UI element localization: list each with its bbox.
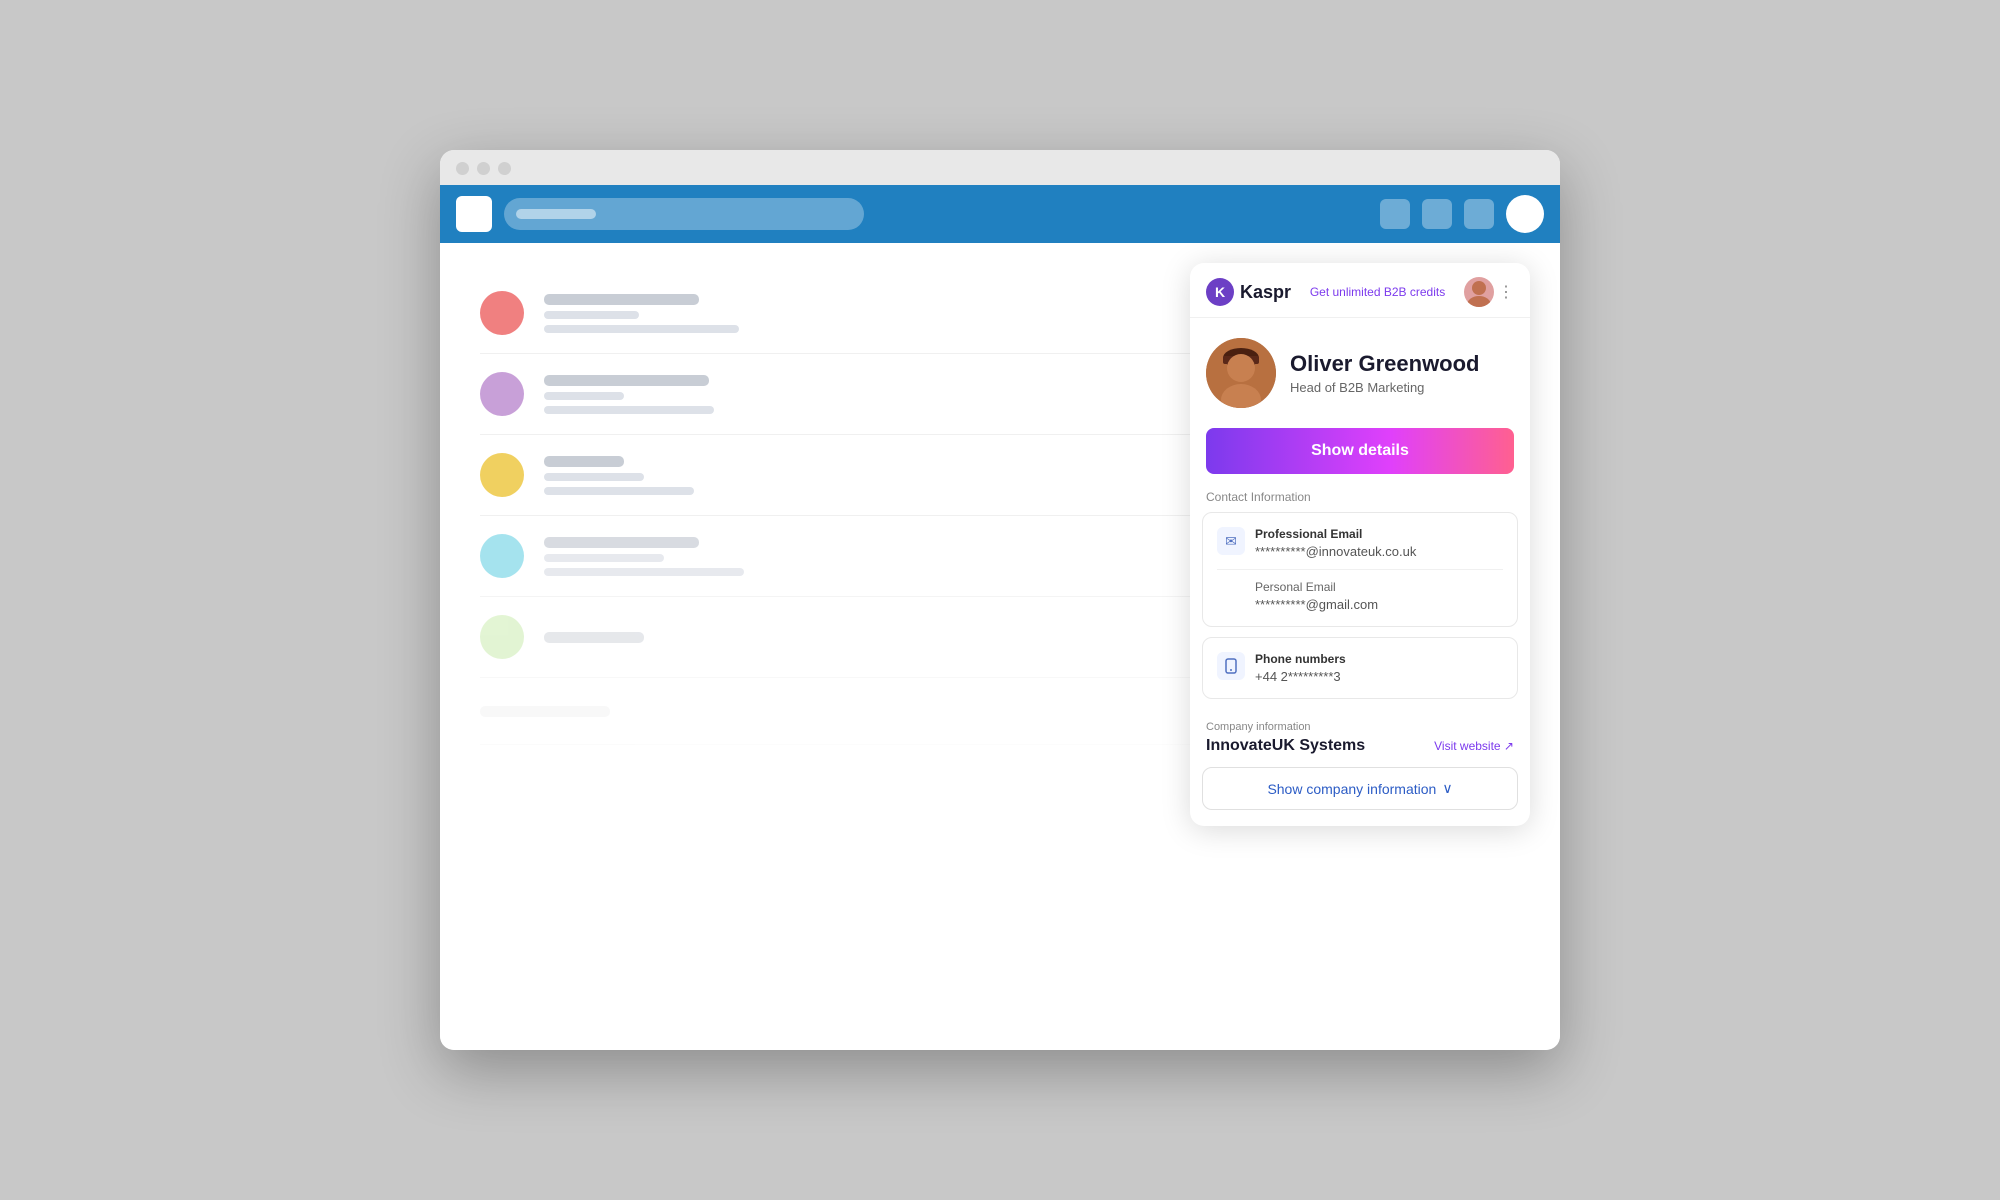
kaspr-logo-icon: K bbox=[1206, 278, 1234, 306]
browser-logo bbox=[456, 196, 492, 232]
kaspr-menu-icon[interactable]: ⋮ bbox=[1498, 282, 1514, 302]
avatar bbox=[480, 453, 524, 497]
chevron-down-icon: ∨ bbox=[1442, 780, 1452, 797]
professional-email-details: Professional Email **********@innovateuk… bbox=[1255, 527, 1503, 559]
browser-toolbar bbox=[440, 185, 1560, 243]
company-section-label: Company information bbox=[1206, 721, 1514, 733]
kaspr-header-right: ⋮ bbox=[1464, 277, 1514, 307]
sub-bar bbox=[544, 554, 664, 562]
personal-email-value: **********@gmail.com bbox=[1255, 597, 1503, 612]
name-bar bbox=[544, 537, 699, 548]
nav-icon-2[interactable] bbox=[1422, 199, 1452, 229]
nav-icon-1[interactable] bbox=[1380, 199, 1410, 229]
kaspr-logo-text: Kaspr bbox=[1240, 282, 1291, 303]
sub-bar bbox=[544, 311, 639, 319]
email-divider bbox=[1217, 569, 1503, 570]
kaspr-header: K Kaspr Get unlimited B2B credits ⋮ bbox=[1190, 263, 1530, 318]
show-details-button[interactable]: Show details bbox=[1206, 428, 1514, 474]
professional-email-value: **********@innovateuk.co.uk bbox=[1255, 544, 1503, 559]
nav-icon-3[interactable] bbox=[1464, 199, 1494, 229]
name-bar bbox=[480, 706, 610, 717]
phone-icon bbox=[1217, 652, 1245, 680]
avatar bbox=[480, 291, 524, 335]
company-row: InnovateUK Systems Visit website ↗ bbox=[1206, 737, 1514, 755]
contact-section-label: Contact Information bbox=[1190, 490, 1530, 512]
kaspr-profile: Oliver Greenwood Head of B2B Marketing bbox=[1190, 318, 1530, 424]
kaspr-panel: K Kaspr Get unlimited B2B credits ⋮ bbox=[1190, 263, 1530, 826]
url-text bbox=[516, 209, 596, 219]
name-bar bbox=[544, 294, 699, 305]
credits-link[interactable]: Get unlimited B2B credits bbox=[1310, 285, 1445, 299]
browser-window: K Kaspr Get unlimited B2B credits ⋮ bbox=[440, 150, 1560, 1050]
personal-email-label: Personal Email bbox=[1255, 580, 1503, 594]
name-bar bbox=[544, 375, 709, 386]
kaspr-logo: K Kaspr bbox=[1206, 278, 1291, 306]
personal-email-details: Personal Email **********@gmail.com bbox=[1255, 580, 1503, 612]
kaspr-user-avatar[interactable] bbox=[1464, 277, 1494, 307]
avatar bbox=[480, 372, 524, 416]
professional-email-item: ✉ Professional Email **********@innovate… bbox=[1217, 527, 1503, 559]
nav-icons bbox=[1380, 195, 1544, 233]
company-section: Company information InnovateUK Systems V… bbox=[1190, 709, 1530, 755]
profile-name: Oliver Greenwood bbox=[1290, 351, 1514, 377]
email-icon: ✉ bbox=[1217, 527, 1245, 555]
visit-website-link[interactable]: Visit website ↗ bbox=[1434, 739, 1514, 753]
personal-email-item: Personal Email **********@gmail.com bbox=[1217, 580, 1503, 612]
close-button[interactable] bbox=[456, 162, 469, 175]
user-avatar[interactable] bbox=[1506, 195, 1544, 233]
extra-bar bbox=[544, 487, 694, 495]
email-card: ✉ Professional Email **********@innovate… bbox=[1202, 512, 1518, 627]
browser-content: K Kaspr Get unlimited B2B credits ⋮ bbox=[440, 243, 1560, 1050]
avatar bbox=[480, 534, 524, 578]
phone-item: Phone numbers +44 2*********3 bbox=[1217, 652, 1503, 684]
sub-bar bbox=[544, 473, 644, 481]
browser-chrome bbox=[440, 150, 1560, 185]
profile-title: Head of B2B Marketing bbox=[1290, 380, 1514, 395]
name-bar bbox=[544, 632, 644, 643]
maximize-button[interactable] bbox=[498, 162, 511, 175]
phone-label: Phone numbers bbox=[1255, 652, 1503, 666]
profile-info: Oliver Greenwood Head of B2B Marketing bbox=[1290, 351, 1514, 395]
professional-email-label: Professional Email bbox=[1255, 527, 1503, 541]
extra-bar bbox=[544, 325, 739, 333]
phone-card: Phone numbers +44 2*********3 bbox=[1202, 637, 1518, 699]
show-company-button[interactable]: Show company information ∨ bbox=[1202, 767, 1518, 810]
show-company-label: Show company information bbox=[1267, 781, 1436, 797]
traffic-lights bbox=[456, 162, 1544, 175]
kaspr-logo-letter: K bbox=[1215, 284, 1225, 300]
name-bar bbox=[544, 456, 624, 467]
phone-value: +44 2*********3 bbox=[1255, 669, 1503, 684]
phone-details: Phone numbers +44 2*********3 bbox=[1255, 652, 1503, 684]
extra-bar bbox=[544, 406, 714, 414]
minimize-button[interactable] bbox=[477, 162, 490, 175]
avatar bbox=[480, 615, 524, 659]
url-bar[interactable] bbox=[504, 198, 864, 230]
sub-bar bbox=[544, 392, 624, 400]
extra-bar bbox=[544, 568, 744, 576]
profile-avatar bbox=[1206, 338, 1276, 408]
company-name: InnovateUK Systems bbox=[1206, 737, 1365, 755]
